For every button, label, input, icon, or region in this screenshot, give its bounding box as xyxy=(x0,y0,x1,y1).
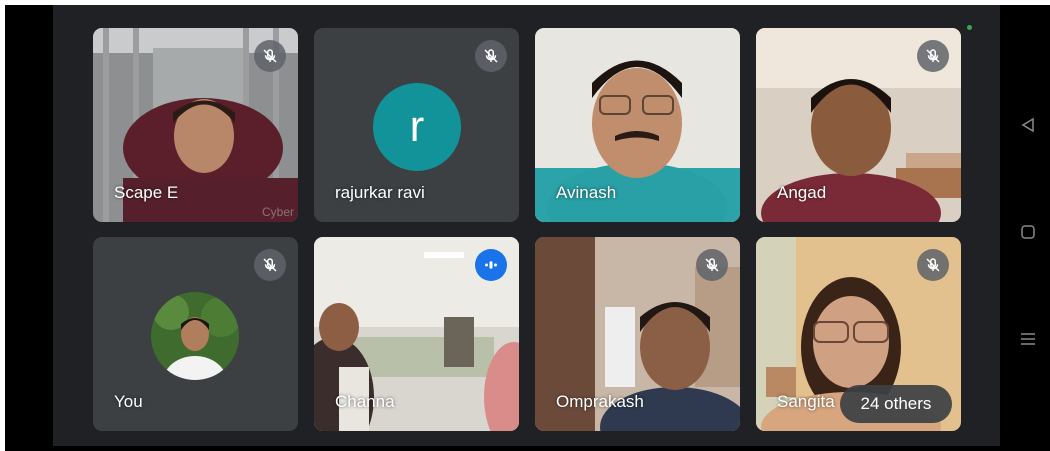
status-dot xyxy=(967,25,972,30)
participant-watermark: Cyber xyxy=(261,205,294,219)
recents-icon[interactable] xyxy=(1020,331,1036,347)
participant-name: Channa xyxy=(335,392,395,411)
mic-off-icon xyxy=(254,40,286,72)
participant-tile-omprakash[interactable]: Omprakash xyxy=(535,237,740,431)
participant-name: rajurkar ravi xyxy=(335,183,425,202)
participant-tile-channa[interactable]: Channa xyxy=(314,237,519,431)
home-icon[interactable] xyxy=(1020,224,1036,240)
avatar-initial: r xyxy=(373,83,461,171)
participant-tile-you[interactable]: You xyxy=(93,237,298,431)
speaking-indicator-icon xyxy=(475,249,507,281)
mic-off-icon xyxy=(475,40,507,72)
participant-name: Sangita xyxy=(777,392,835,411)
participant-name: Angad xyxy=(777,183,827,202)
participant-tile-avinash[interactable]: Avinash xyxy=(535,28,740,222)
avatar-photo xyxy=(151,292,239,380)
participant-tile-scape-e[interactable]: Cyber Scape E xyxy=(93,28,298,222)
meeting-grid: Cyber Scape E r rajurkar ravi Avinash An… xyxy=(53,5,1000,446)
mic-off-icon xyxy=(917,249,949,281)
participant-tile-rajurkar-ravi[interactable]: r rajurkar ravi xyxy=(314,28,519,222)
left-black-bar xyxy=(5,5,53,451)
mic-off-icon xyxy=(254,249,286,281)
participant-name: You xyxy=(114,392,143,411)
mic-off-icon xyxy=(696,249,728,281)
participant-tile-angad[interactable]: Angad xyxy=(756,28,961,222)
others-button[interactable]: 24 others xyxy=(840,385,952,423)
back-icon[interactable] xyxy=(1020,117,1036,133)
mic-off-icon xyxy=(917,40,949,72)
participant-name: Omprakash xyxy=(556,392,644,411)
participant-name: Scape E xyxy=(114,183,179,202)
participant-name: Avinash xyxy=(556,183,617,202)
